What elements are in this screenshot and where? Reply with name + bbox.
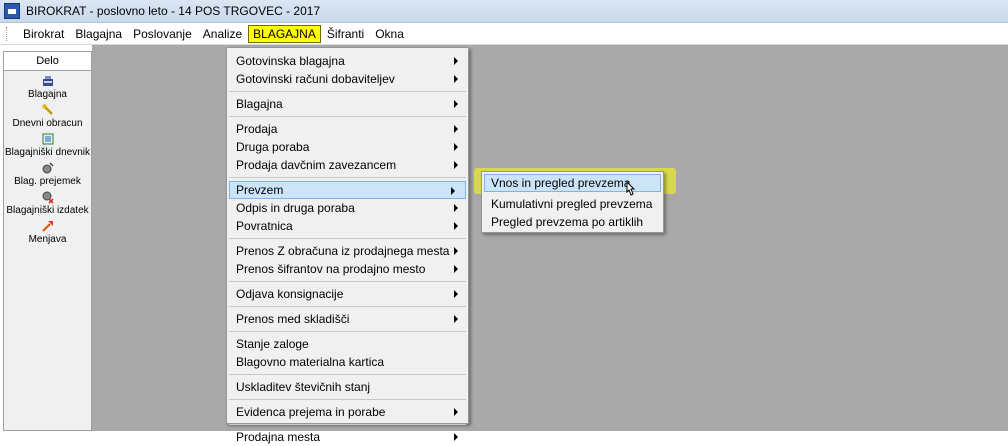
menu-item-odjava-konsignacije[interactable]: Odjava konsignacije <box>227 285 468 303</box>
menu-separator <box>229 177 466 178</box>
menu-separator <box>229 374 466 375</box>
title-bar: BIROKRAT - poslovno leto - 14 POS TRGOVE… <box>0 0 1008 23</box>
menu-item-prenos-sifrantov[interactable]: Prenos šifrantov na prodajno mesto <box>227 260 468 278</box>
sidebar-item-label: Menjava <box>28 234 67 245</box>
sidebar-item-label: Blagajniški izdatek <box>6 205 89 216</box>
menu-item-gotovinski-racuni[interactable]: Gotovinski računi dobaviteljev <box>227 70 468 88</box>
menu-item-uskladitev[interactable]: Uskladitev števičnih stanj <box>227 378 468 396</box>
menu-item-prenos-z-obracuna[interactable]: Prenos Z obračuna iz prodajnega mesta <box>227 242 468 260</box>
menu-bar: Birokrat Blagajna Poslovanje Analize BLA… <box>0 24 1008 45</box>
sidebar-item-label: Dnevni obracun <box>12 118 83 129</box>
menu-separator <box>229 306 466 307</box>
menu-item-prodaja-davcnim[interactable]: Prodaja davčnim zavezancem <box>227 156 468 174</box>
wrench-icon <box>41 103 55 117</box>
window-title: BIROKRAT - poslovno leto - 14 POS TRGOVE… <box>26 4 321 18</box>
receipt-out-icon <box>41 190 55 204</box>
menu-item-druga-poraba[interactable]: Druga poraba <box>227 138 468 156</box>
sidebar-item-blagajniski-izdatek[interactable]: Blagajniški izdatek <box>4 190 91 216</box>
menu-sifranti[interactable]: Šifranti <box>322 25 369 43</box>
sidebar-header: Delo <box>4 52 91 71</box>
receipt-in-icon <box>41 161 55 175</box>
sidebar-item-blagajna[interactable]: Blagajna <box>4 74 91 100</box>
sidebar-panel: Delo Blagajna Dnevni obracun Blagajniški… <box>3 51 92 431</box>
sidebar-item-menjava[interactable]: Menjava <box>4 219 91 245</box>
sidebar-item-blag-prejemek[interactable]: Blag. prejemek <box>4 161 91 187</box>
sidebar-item-blagajniski-dnevnik[interactable]: Blagajniški dnevnik <box>4 132 91 158</box>
menu-blagajna-upper[interactable]: BLAGAJNA <box>248 25 321 43</box>
cash-register-icon <box>41 74 55 88</box>
blagajna-dropdown-menu: Gotovinska blagajna Gotovinski računi do… <box>226 47 469 444</box>
menu-analize[interactable]: Analize <box>198 25 247 43</box>
menu-item-prodaja[interactable]: Prodaja <box>227 120 468 138</box>
menu-separator <box>229 91 466 92</box>
menu-item-prenos-med-skladisci[interactable]: Prenos med skladišči <box>227 310 468 328</box>
menu-okna[interactable]: Okna <box>370 25 409 43</box>
menu-item-blagajna[interactable]: Blagajna <box>227 95 468 113</box>
menu-item-evidenca-prejema[interactable]: Evidenca prejema in porabe <box>227 403 468 421</box>
menu-separator <box>229 424 466 425</box>
sidebar-item-label: Blagajniški dnevnik <box>4 147 91 158</box>
menu-separator <box>229 281 466 282</box>
sidebar-item-label: Blag. prejemek <box>14 176 81 187</box>
menu-separator <box>229 399 466 400</box>
sidebar-item-dnevni-obracun[interactable]: Dnevni obracun <box>4 103 91 129</box>
menu-separator <box>229 238 466 239</box>
mouse-cursor-icon <box>623 180 637 199</box>
menu-item-gotovinska-blagajna[interactable]: Gotovinska blagajna <box>227 52 468 70</box>
menu-item-povratnica[interactable]: Povratnica <box>227 217 468 235</box>
menubar-grip <box>6 27 10 41</box>
menu-item-prevzem[interactable]: Prevzem <box>229 181 466 199</box>
menu-item-odpis[interactable]: Odpis in druga poraba <box>227 199 468 217</box>
menu-item-stanje-zaloge[interactable]: Stanje zaloge <box>227 335 468 353</box>
exchange-icon <box>41 219 55 233</box>
menu-separator <box>229 116 466 117</box>
menu-blagajna[interactable]: Blagajna <box>70 25 127 43</box>
menu-item-blagovno-materialna-kartica[interactable]: Blagovno materialna kartica <box>227 353 468 371</box>
sidebar-item-label: Blagajna <box>28 89 67 100</box>
app-logo-icon <box>4 3 20 19</box>
submenu-item-pregled-po-artiklih[interactable]: Pregled prevzema po artiklih <box>482 213 663 231</box>
menu-poslovanje[interactable]: Poslovanje <box>128 25 197 43</box>
ledger-icon <box>41 132 55 146</box>
menu-birokrat[interactable]: Birokrat <box>18 25 69 43</box>
menu-separator <box>229 331 466 332</box>
